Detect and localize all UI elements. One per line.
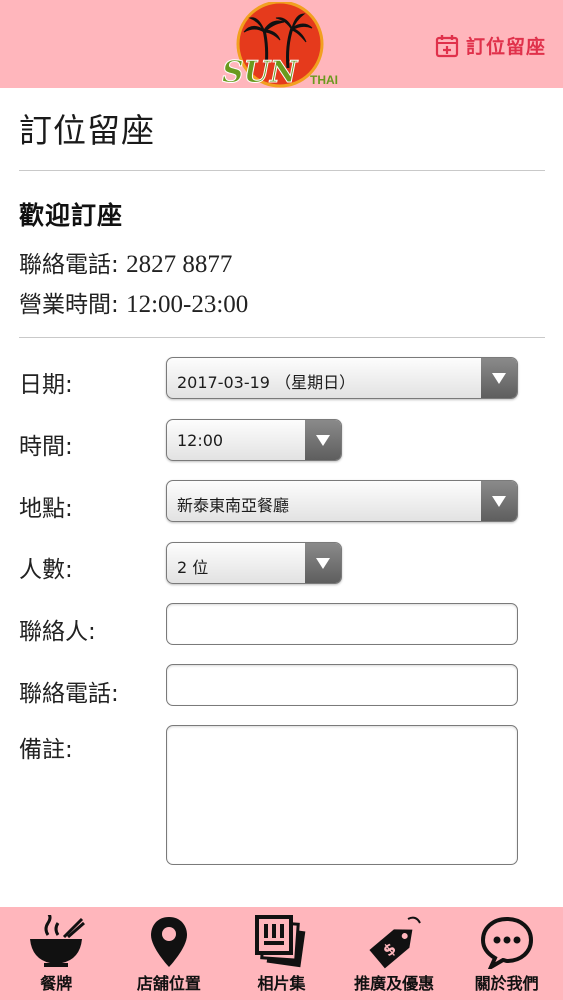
phone-value: 2827 8877: [126, 251, 233, 278]
nav-item-photos[interactable]: 相片集: [225, 907, 338, 1000]
welcome-heading: 歡迎訂座: [19, 201, 124, 230]
people-label: 人數:: [19, 557, 73, 583]
contact-phone-input[interactable]: [166, 664, 518, 706]
time-select-value: 12:00: [177, 431, 224, 450]
location-label: 地點:: [19, 496, 73, 522]
bowl-icon: [30, 915, 86, 967]
chevron-down-icon: [305, 543, 341, 583]
hours-info: 營業時間: 12:00-23:00: [19, 285, 248, 319]
nav-label: 相片集: [257, 974, 306, 993]
nav-label: 推廣及優惠: [354, 974, 435, 993]
nav-label: 關於我們: [474, 974, 539, 993]
nav-label: 餐牌: [40, 974, 73, 993]
people-select-value: 2 位: [177, 558, 209, 577]
remarks-label: 備註:: [19, 737, 73, 763]
nav-item-about[interactable]: 關於我們: [450, 907, 563, 1000]
map-pin-icon: [150, 917, 187, 967]
date-select[interactable]: 2017-03-19 （星期日）: [166, 357, 518, 399]
date-label: 日期:: [19, 372, 73, 398]
nav-item-location[interactable]: 店舖位置: [113, 907, 226, 1000]
people-select[interactable]: 2 位: [166, 542, 342, 584]
calendar-plus-icon: [435, 34, 459, 57]
logo-text-thai: THAI: [310, 73, 338, 87]
logo-text-sun: SUN: [222, 55, 299, 88]
hours-label: 營業時間:: [19, 292, 119, 318]
bottom-nav: 餐牌 店舖位置 相片集 $ 推廣及優惠 關於我們: [0, 907, 563, 1000]
phone-label: 聯絡電話:: [19, 252, 119, 278]
remarks-textarea[interactable]: [166, 725, 518, 865]
divider: [19, 337, 545, 338]
nav-item-promotions[interactable]: $ 推廣及優惠: [338, 907, 451, 1000]
app-header: SUN THAI 訂位留座: [0, 0, 563, 91]
sun-thai-logo[interactable]: SUN THAI: [222, 0, 342, 91]
photos-icon: [255, 915, 306, 968]
location-select-value: 新泰東南亞餐廳: [177, 496, 290, 515]
nav-label: 店舖位置: [136, 974, 201, 993]
location-select[interactable]: 新泰東南亞餐廳: [166, 480, 518, 522]
reserve-link-label: 訂位留座: [465, 36, 546, 58]
reserve-link[interactable]: 訂位留座: [435, 32, 546, 59]
hours-value: 12:00-23:00: [126, 291, 249, 318]
page-title: 訂位留座: [19, 111, 155, 150]
date-select-value: 2017-03-19 （星期日）: [177, 373, 356, 392]
contact-label: 聯絡人:: [19, 619, 96, 645]
contact-phone-label: 聯絡電話:: [19, 681, 119, 707]
time-label: 時間:: [19, 434, 73, 460]
phone-info: 聯絡電話: 2827 8877: [19, 245, 232, 279]
chevron-down-icon: [481, 481, 517, 521]
chat-bubble-icon: [480, 916, 533, 969]
contact-name-input[interactable]: [166, 603, 518, 645]
chevron-down-icon: [305, 420, 341, 460]
chevron-down-icon: [481, 358, 517, 398]
nav-item-menu[interactable]: 餐牌: [0, 907, 113, 1000]
divider: [19, 170, 545, 171]
price-tag-icon: $: [369, 916, 421, 969]
time-select[interactable]: 12:00: [166, 419, 342, 461]
